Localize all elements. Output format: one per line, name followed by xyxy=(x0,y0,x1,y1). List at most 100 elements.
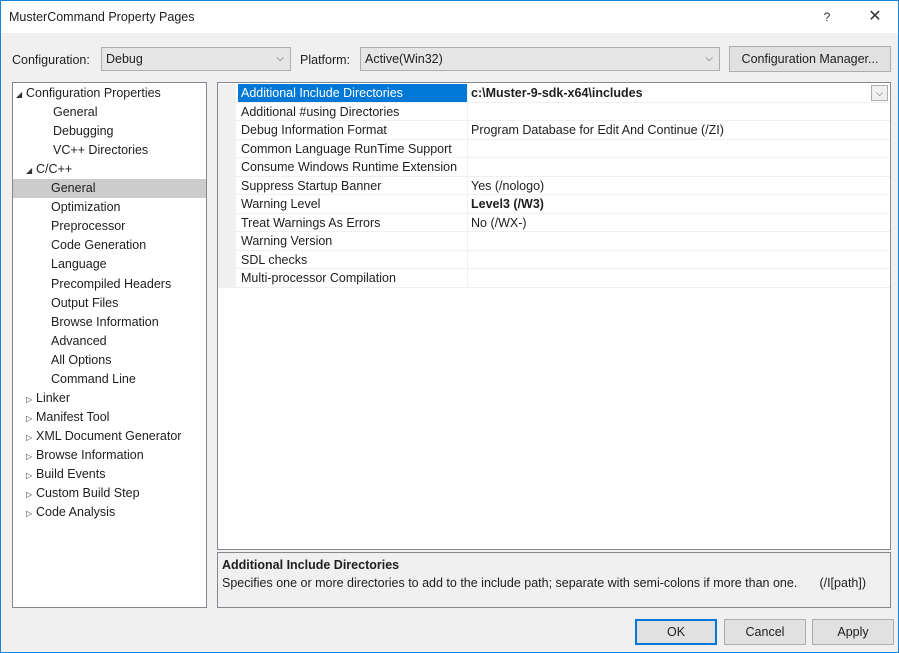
property-value[interactable] xyxy=(468,103,890,121)
property-value[interactable]: Program Database for Edit And Continue (… xyxy=(468,121,890,139)
property-row[interactable]: Additional #using Directories xyxy=(218,102,890,121)
property-row[interactable]: Debug Information Format Program Database… xyxy=(218,121,890,140)
property-value[interactable] xyxy=(468,232,890,250)
property-value[interactable]: c:\Muster-9-sdk-x64\includes xyxy=(468,84,890,102)
tree-item[interactable]: Command Line xyxy=(13,370,206,389)
tree-item[interactable]: ▷ Browse Information xyxy=(13,446,206,465)
property-row[interactable]: Common Language RunTime Support xyxy=(218,139,890,158)
tree-item-label: Preprocessor xyxy=(51,219,126,234)
tree-item[interactable]: ▷ Build Events xyxy=(13,465,206,484)
window-title: MusterCommand Property Pages xyxy=(9,10,195,24)
description-text: Specifies one or more directories to add… xyxy=(222,576,798,590)
row-gutter xyxy=(218,121,236,139)
tree-item[interactable]: ◢ Configuration Properties xyxy=(13,84,206,103)
property-name[interactable]: Suppress Startup Banner xyxy=(238,176,468,194)
description-title: Additional Include Directories xyxy=(222,558,400,572)
property-value[interactable]: No (/WX-) xyxy=(468,214,890,232)
collapse-icon[interactable]: ◢ xyxy=(16,85,26,104)
close-button[interactable]: ✕ xyxy=(857,3,893,31)
property-row[interactable]: SDL checks xyxy=(218,250,890,269)
row-gutter xyxy=(218,158,236,176)
property-row[interactable]: Treat Warnings As Errors No (/WX-) xyxy=(218,213,890,232)
tree-item[interactable]: Advanced xyxy=(13,332,206,351)
property-value[interactable] xyxy=(468,269,890,287)
tree-item[interactable]: VC++ Directories xyxy=(13,141,206,160)
tree-item-label: Language xyxy=(51,257,107,272)
tree-item-label: XML Document Generator xyxy=(36,428,182,443)
expand-icon[interactable]: ▷ xyxy=(26,466,36,485)
platform-dropdown[interactable]: Active(Win32) ⌵ xyxy=(360,47,720,71)
property-value[interactable]: Yes (/nologo) xyxy=(468,177,890,195)
tree-item[interactable]: ▷ Manifest Tool xyxy=(13,408,206,427)
property-value[interactable] xyxy=(468,158,890,176)
ok-button[interactable]: OK xyxy=(635,619,717,645)
property-tree: ◢ Configuration Properties General Debuggin… xyxy=(12,82,207,608)
tree-item[interactable]: Preprocessor xyxy=(13,217,206,236)
tree-item-label: Command Line xyxy=(51,371,136,386)
tree-item[interactable]: All Options xyxy=(13,351,206,370)
tree-item[interactable]: ▷ Custom Build Step xyxy=(13,484,206,503)
property-name[interactable]: Additional Include Directories xyxy=(238,84,468,102)
collapse-icon[interactable]: ◢ xyxy=(26,161,36,180)
help-button[interactable]: ? xyxy=(809,3,845,31)
property-name[interactable]: Additional #using Directories xyxy=(238,102,468,120)
tree-item[interactable]: ◢ C/C++ xyxy=(13,160,206,179)
tree-item-label: VC++ Directories xyxy=(53,143,149,158)
configuration-manager-button[interactable]: Configuration Manager... xyxy=(729,46,891,72)
row-gutter xyxy=(218,232,236,250)
configuration-value: Debug xyxy=(106,52,143,66)
property-name[interactable]: Multi-processor Compilation xyxy=(238,269,468,287)
property-name[interactable]: Treat Warnings As Errors xyxy=(238,213,468,231)
tree-item[interactable]: General xyxy=(13,103,206,122)
property-name[interactable]: SDL checks xyxy=(238,250,468,268)
tree-item[interactable]: ▷ Code Analysis xyxy=(13,503,206,522)
property-value[interactable]: Level3 (/W3) xyxy=(468,195,890,213)
tree-item-label: Configuration Properties xyxy=(26,86,161,100)
tree-item-label: Code Analysis xyxy=(36,505,116,520)
property-name[interactable]: Consume Windows Runtime Extension xyxy=(238,158,468,176)
tree-item[interactable]: Optimization xyxy=(13,198,206,217)
property-name[interactable]: Warning Version xyxy=(238,232,468,250)
property-row[interactable]: Suppress Startup Banner Yes (/nologo) xyxy=(218,176,890,195)
tree-item[interactable]: Code Generation xyxy=(13,236,206,255)
tree-item-label: All Options xyxy=(51,352,112,367)
tree-item[interactable]: ▷ XML Document Generator xyxy=(13,427,206,446)
row-gutter xyxy=(218,176,236,194)
tree-item-label: Precompiled Headers xyxy=(51,276,172,291)
platform-value: Active(Win32) xyxy=(365,52,443,66)
tree-item-label: General xyxy=(53,105,98,120)
tree-item-label: Advanced xyxy=(51,333,107,348)
cancel-button[interactable]: Cancel xyxy=(724,619,806,645)
property-value[interactable] xyxy=(468,251,890,269)
property-row[interactable]: Warning Level Level3 (/W3) xyxy=(218,195,890,214)
property-row[interactable]: Multi-processor Compilation xyxy=(218,269,890,288)
row-gutter xyxy=(218,213,236,231)
property-row[interactable]: Warning Version xyxy=(218,232,890,251)
tree-item[interactable]: Browse Information xyxy=(13,313,206,332)
property-name[interactable]: Common Language RunTime Support xyxy=(238,139,468,157)
property-value[interactable] xyxy=(468,140,890,158)
tree-item[interactable]: Debugging xyxy=(13,122,206,141)
description-panel: Additional Include Directories Specifies… xyxy=(217,552,891,608)
property-name[interactable]: Warning Level xyxy=(238,195,468,213)
apply-button[interactable]: Apply xyxy=(812,619,894,645)
property-row[interactable]: Consume Windows Runtime Extension xyxy=(218,158,890,177)
property-row[interactable]: Additional Include Directories c:\Muster-… xyxy=(218,84,890,103)
tree-item[interactable]: ▷ Linker xyxy=(13,389,206,408)
tree-item-label: Custom Build Step xyxy=(36,486,140,501)
expand-icon[interactable]: ▷ xyxy=(26,428,36,447)
expand-icon[interactable]: ▷ xyxy=(26,485,36,504)
expand-icon[interactable]: ▷ xyxy=(26,504,36,523)
tree-item[interactable]: Output Files xyxy=(13,294,206,313)
tree-item-label: Build Events xyxy=(36,467,106,481)
tree-item[interactable]: Precompiled Headers xyxy=(13,275,206,294)
tree-item[interactable]: General xyxy=(13,179,206,199)
property-name[interactable]: Debug Information Format xyxy=(238,121,468,139)
chevron-down-icon[interactable]: ⌵ xyxy=(871,85,888,101)
expand-icon[interactable]: ▷ xyxy=(26,390,36,409)
expand-icon[interactable]: ▷ xyxy=(26,447,36,466)
expand-icon[interactable]: ▷ xyxy=(26,409,36,428)
configuration-dropdown[interactable]: Debug ⌵ xyxy=(101,47,291,71)
chevron-down-icon: ⌵ xyxy=(276,53,284,64)
tree-item[interactable]: Language xyxy=(13,255,206,274)
